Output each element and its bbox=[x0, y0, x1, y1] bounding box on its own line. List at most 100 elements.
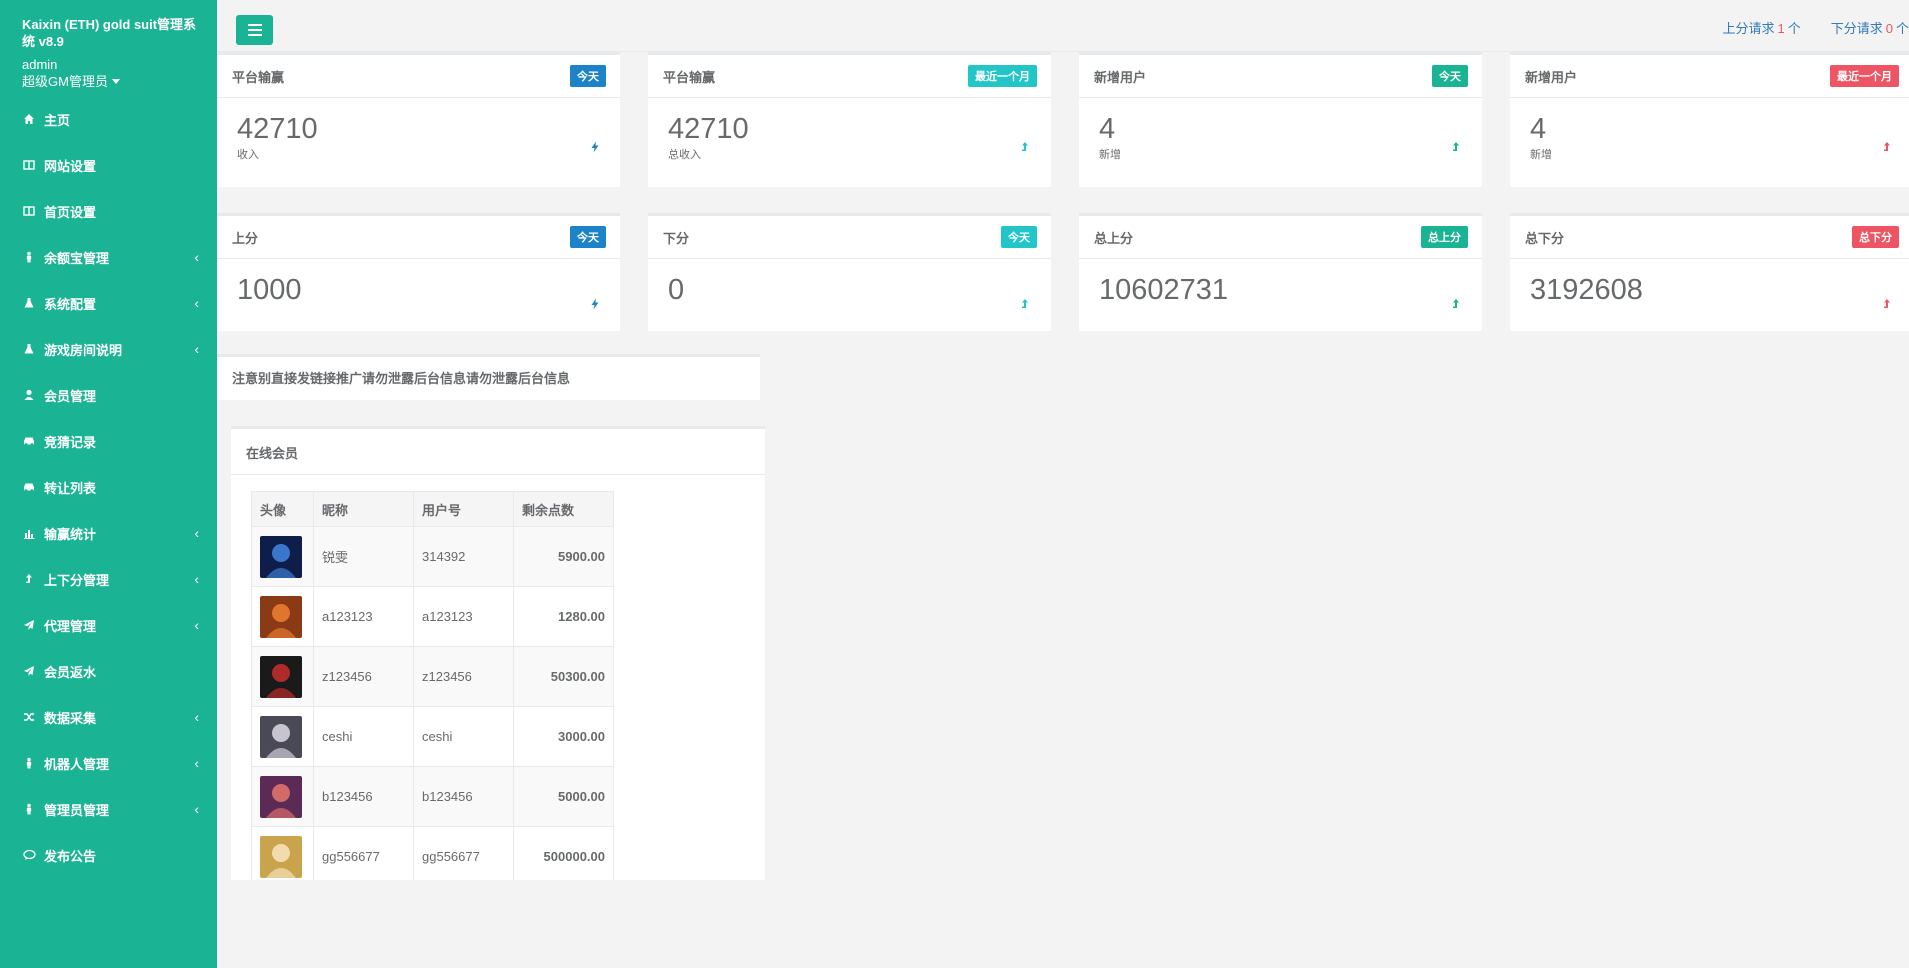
avatar[interactable] bbox=[260, 595, 302, 638]
table-row: a123123 a123123 1280.00 bbox=[251, 586, 614, 647]
sidebar-item-label: 主页 bbox=[44, 112, 71, 128]
sidebar-header: Kaixin (ETH) gold suit管理系统 v8.9 admin 超级… bbox=[0, 0, 217, 90]
sidebar-item-8[interactable]: 转让列表 bbox=[0, 464, 217, 510]
points-cell: 5900.00 bbox=[513, 526, 614, 587]
period-badge: 今天 bbox=[1432, 65, 1468, 87]
user-id-cell: z123456 bbox=[413, 646, 514, 707]
sidebar-item-label: 竞猜记录 bbox=[44, 434, 97, 450]
period-badge: 今天 bbox=[570, 65, 606, 87]
sidebar-item-label: 会员管理 bbox=[44, 388, 97, 404]
request-links: 上分请求 1 个 下分请求 0 个 bbox=[1722, 18, 1909, 37]
user-role-dropdown[interactable]: 超级GM管理员 bbox=[22, 73, 217, 90]
column-header: 用户号 bbox=[413, 491, 514, 527]
table-row: b123456 b123456 5000.00 bbox=[251, 766, 614, 827]
points-cell: 5000.00 bbox=[513, 766, 614, 827]
widget-header: 平台输赢 今天 bbox=[217, 55, 620, 98]
sidebar-item-3[interactable]: 余额宝管理 ‹ bbox=[0, 234, 217, 280]
widget-value: 3192608 bbox=[1530, 274, 1643, 306]
up-request-link[interactable]: 上分请求 1 个 bbox=[1722, 18, 1800, 37]
period-badge: 最近一个月 bbox=[1830, 65, 1899, 87]
sidebar-item-12[interactable]: 会员返水 bbox=[0, 648, 217, 694]
widget-header: 总下分 总下分 bbox=[1510, 216, 1909, 259]
widget-value: 0 bbox=[668, 274, 685, 306]
widget-title: 上分 bbox=[232, 230, 259, 246]
avatar[interactable] bbox=[260, 775, 302, 818]
down-request-link[interactable]: 下分请求 0 个 bbox=[1831, 18, 1909, 37]
nickname-cell: gg556677 bbox=[313, 826, 414, 880]
sidebar-item-0[interactable]: 主页 bbox=[0, 96, 217, 142]
sidebar-item-label: 余额宝管理 bbox=[44, 250, 110, 266]
sidebar-item-14[interactable]: 机器人管理 ‹ bbox=[0, 740, 217, 786]
user-male-icon bbox=[22, 802, 36, 816]
sidebar-item-label: 发布公告 bbox=[44, 848, 97, 864]
stat-widget-0: 平台输赢 今天 42710 收入 bbox=[217, 52, 620, 187]
points-cell: 1280.00 bbox=[513, 586, 614, 647]
user-name: admin bbox=[22, 57, 58, 72]
columns-icon bbox=[22, 204, 36, 218]
table-row: ceshi ceshi 3000.00 bbox=[251, 706, 614, 767]
sidebar-item-10[interactable]: 上下分管理 ‹ bbox=[0, 556, 217, 602]
column-header: 头像 bbox=[251, 491, 314, 527]
widget-value: 4 bbox=[1530, 113, 1547, 145]
sidebar-item-13[interactable]: 数据采集 ‹ bbox=[0, 694, 217, 740]
period-badge: 今天 bbox=[570, 226, 606, 248]
chevron-left-icon: ‹ bbox=[194, 617, 199, 633]
avatar-cell bbox=[251, 766, 314, 827]
paper-plane-icon bbox=[22, 664, 36, 678]
level-up-icon bbox=[22, 572, 36, 586]
level-up-icon bbox=[1881, 298, 1893, 313]
sidebar-nav: 主页 网站设置 首页设置 余额宝管理 ‹ 系统配置 ‹ 游戏房间说明 ‹ 会员管理 竞猜记录 转让列表… bbox=[0, 96, 217, 878]
bolt-icon bbox=[590, 141, 600, 156]
avatar[interactable] bbox=[260, 835, 302, 878]
sidebar-item-label: 首页设置 bbox=[44, 204, 97, 220]
sidebar-item-2[interactable]: 首页设置 bbox=[0, 188, 217, 234]
table-row: 锐雯 314392 5900.00 bbox=[251, 526, 614, 587]
paper-plane-icon bbox=[22, 618, 36, 632]
sidebar-item-6[interactable]: 会员管理 bbox=[0, 372, 217, 418]
user-id-cell: 314392 bbox=[413, 526, 514, 587]
sidebar-item-label: 游戏房间说明 bbox=[44, 342, 123, 358]
home-icon bbox=[22, 112, 36, 126]
sidebar-item-16[interactable]: 发布公告 bbox=[0, 832, 217, 878]
nickname-cell: 锐雯 bbox=[313, 526, 414, 587]
stat-widget-4: 上分 今天 1000 bbox=[217, 213, 620, 331]
menu-toggle-button[interactable] bbox=[236, 15, 273, 45]
sidebar-item-5[interactable]: 游戏房间说明 ‹ bbox=[0, 326, 217, 372]
avatar[interactable] bbox=[260, 655, 302, 698]
period-badge: 今天 bbox=[1001, 226, 1037, 248]
top-navbar: 上分请求 1 个 下分请求 0 个 bbox=[217, 0, 1909, 52]
widget-value: 42710 bbox=[237, 113, 318, 145]
table-header-row: 头像 昵称 用户号 剩余点数 bbox=[251, 491, 614, 527]
chevron-left-icon: ‹ bbox=[194, 801, 199, 817]
bar-chart-icon bbox=[22, 526, 36, 540]
user-id-cell: b123456 bbox=[413, 766, 514, 827]
widget-value: 42710 bbox=[668, 113, 749, 145]
widget-body: 4 新增 bbox=[1510, 98, 1909, 176]
level-up-icon bbox=[1019, 298, 1031, 313]
columns-icon bbox=[22, 158, 36, 172]
sidebar-item-15[interactable]: 管理员管理 ‹ bbox=[0, 786, 217, 832]
sidebar-item-1[interactable]: 网站设置 bbox=[0, 142, 217, 188]
avatar[interactable] bbox=[260, 715, 302, 758]
chevron-left-icon: ‹ bbox=[194, 295, 199, 311]
sidebar-item-11[interactable]: 代理管理 ‹ bbox=[0, 602, 217, 648]
widget-body: 42710 收入 bbox=[217, 98, 620, 176]
table-row: gg556677 gg556677 500000.00 bbox=[251, 826, 614, 880]
widget-title: 总下分 bbox=[1525, 230, 1565, 246]
sidebar-item-label: 会员返水 bbox=[44, 664, 97, 680]
down-request-unit: 个 bbox=[1895, 21, 1909, 36]
widget-sub-label: 新增 bbox=[1530, 149, 1552, 161]
widget-title: 新增用户 bbox=[1094, 69, 1147, 85]
sidebar-item-label: 管理员管理 bbox=[44, 802, 110, 818]
table-row: z123456 z123456 50300.00 bbox=[251, 646, 614, 707]
widget-header: 下分 今天 bbox=[648, 216, 1051, 259]
up-request-count: 1 bbox=[1777, 21, 1785, 36]
online-members-title: 在线会员 bbox=[231, 429, 765, 475]
avatar-cell bbox=[251, 526, 314, 587]
sidebar-item-9[interactable]: 输赢统计 ‹ bbox=[0, 510, 217, 556]
sidebar-item-7[interactable]: 竞猜记录 bbox=[0, 418, 217, 464]
car-icon bbox=[22, 480, 36, 494]
chevron-left-icon: ‹ bbox=[194, 571, 199, 587]
sidebar-item-4[interactable]: 系统配置 ‹ bbox=[0, 280, 217, 326]
avatar[interactable] bbox=[260, 535, 302, 578]
